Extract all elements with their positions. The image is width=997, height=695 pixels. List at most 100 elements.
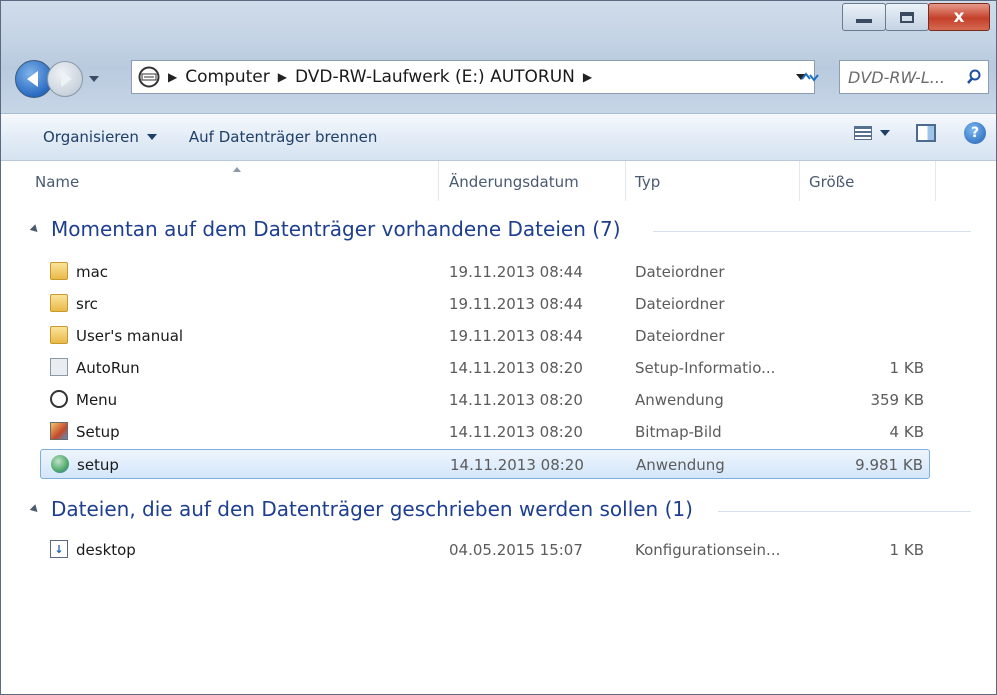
file-name: Setup <box>76 423 120 441</box>
collapse-triangle-icon[interactable] <box>29 503 41 515</box>
column-header-date[interactable]: Änderungsdatum <box>449 173 579 191</box>
file-row[interactable]: User's manual 19.11.2013 08:44 Dateiordn… <box>40 321 930 351</box>
organize-label: Organisieren <box>43 128 139 146</box>
breadcrumb-computer[interactable]: Computer <box>185 67 270 87</box>
file-type: Bitmap-Bild <box>635 423 722 441</box>
file-row[interactable]: ↓ desktop 04.05.2015 15:07 Konfiguration… <box>40 535 930 565</box>
file-type: Dateiordner <box>635 327 725 345</box>
group-divider <box>718 511 971 512</box>
file-row[interactable]: Setup 14.11.2013 08:20 Bitmap-Bild 4 KB <box>40 417 930 447</box>
minimize-button[interactable] <box>842 3 886 31</box>
group-divider <box>653 231 971 232</box>
file-type: Dateiordner <box>635 295 725 313</box>
collapse-triangle-icon[interactable] <box>29 223 41 235</box>
file-name: Menu <box>76 391 118 409</box>
file-row[interactable]: mac 19.11.2013 08:44 Dateiordner <box>40 257 930 287</box>
file-type: Setup-Informatio... <box>635 359 776 377</box>
view-options-icon[interactable] <box>854 126 872 140</box>
preview-pane-icon[interactable] <box>916 124 936 142</box>
file-date: 19.11.2013 08:44 <box>449 263 583 281</box>
refresh-button[interactable] <box>791 60 829 94</box>
file-date: 14.11.2013 08:20 <box>449 359 583 377</box>
file-name: setup <box>77 456 119 474</box>
maximize-button[interactable] <box>885 3 929 31</box>
file-name: User's manual <box>76 327 184 345</box>
file-name: mac <box>76 263 109 281</box>
group-header-current-files[interactable]: Momentan auf dem Datenträger vorhandene … <box>29 217 621 241</box>
forward-button[interactable] <box>47 61 83 97</box>
navigation-buttons <box>15 55 99 103</box>
group-header-pending-files[interactable]: Dateien, die auf den Datenträger geschri… <box>29 497 693 521</box>
group-label: Dateien, die auf den Datenträger geschri… <box>51 497 693 521</box>
column-headers: Name Änderungsdatum Typ Größe <box>13 161 996 201</box>
maximize-icon <box>900 11 914 23</box>
recent-locations-dropdown[interactable] <box>89 76 99 82</box>
column-divider[interactable] <box>625 161 626 201</box>
close-button[interactable]: x <box>928 3 990 31</box>
file-type: Konfigurationsein... <box>635 541 781 559</box>
file-row-selected[interactable]: setup 14.11.2013 08:20 Anwendung 9.981 K… <box>40 449 930 479</box>
file-size: 1 KB <box>889 541 924 559</box>
column-divider[interactable] <box>935 161 936 201</box>
back-arrow-icon <box>27 71 38 87</box>
explorer-window: x ▶ Computer ▶ DVD-RW-Laufwerk (E:) AUTO… <box>0 0 997 695</box>
dvd-drive-icon <box>138 66 160 88</box>
view-dropdown[interactable] <box>880 130 890 136</box>
setup-info-icon <box>50 358 68 376</box>
help-icon[interactable]: ? <box>964 122 986 144</box>
file-row[interactable]: AutoRun 14.11.2013 08:20 Setup-Informati… <box>40 353 930 383</box>
file-size: 4 KB <box>889 423 924 441</box>
search-box[interactable]: DVD-RW-L... <box>839 60 989 94</box>
file-date: 14.11.2013 08:20 <box>449 391 583 409</box>
group-label: Momentan auf dem Datenträger vorhandene … <box>51 217 621 241</box>
file-name: AutoRun <box>76 359 140 377</box>
file-row[interactable]: src 19.11.2013 08:44 Dateiordner <box>40 289 930 319</box>
chevron-down-icon <box>146 134 157 140</box>
window-chrome: x ▶ Computer ▶ DVD-RW-Laufwerk (E:) AUTO… <box>1 1 996 113</box>
column-divider[interactable] <box>438 161 439 201</box>
search-icon[interactable] <box>966 69 982 85</box>
breadcrumb-separator[interactable]: ▶ <box>168 70 177 84</box>
command-bar: Organisieren Auf Datenträger brennen ? <box>1 113 996 161</box>
file-type: Dateiordner <box>635 263 725 281</box>
column-divider[interactable] <box>799 161 800 201</box>
file-date: 04.05.2015 15:07 <box>449 541 583 559</box>
address-bar[interactable]: ▶ Computer ▶ DVD-RW-Laufwerk (E:) AUTORU… <box>131 60 815 94</box>
folder-icon <box>50 294 68 312</box>
sort-indicator-icon <box>233 167 241 172</box>
bitmap-icon <box>50 422 68 440</box>
breadcrumb-dvd-drive[interactable]: DVD-RW-Laufwerk (E:) AUTORUN <box>295 67 575 87</box>
column-header-name[interactable]: Name <box>35 173 79 191</box>
window-controls: x <box>842 3 990 33</box>
organize-menu-button[interactable]: Organisieren <box>43 128 157 146</box>
toolbar-right: ? <box>854 122 986 144</box>
minimize-icon <box>856 19 872 23</box>
file-type: Anwendung <box>636 456 725 474</box>
folder-icon <box>50 262 68 280</box>
file-size: 1 KB <box>889 359 924 377</box>
breadcrumb-separator[interactable]: ▶ <box>583 70 592 84</box>
file-date: 14.11.2013 08:20 <box>449 423 583 441</box>
burn-label: Auf Datenträger brennen <box>188 128 378 146</box>
dvd-app-icon <box>50 390 68 408</box>
burn-to-disc-button[interactable]: Auf Datenträger brennen <box>189 128 377 146</box>
file-date: 14.11.2013 08:20 <box>450 456 584 474</box>
file-size: 9.981 KB <box>855 456 923 474</box>
file-name: desktop <box>76 541 136 559</box>
file-row[interactable]: Menu 14.11.2013 08:20 Anwendung 359 KB <box>40 385 930 415</box>
file-size: 359 KB <box>870 391 924 409</box>
forward-arrow-icon <box>61 71 72 87</box>
search-input[interactable]: DVD-RW-L... <box>848 68 966 87</box>
file-name: src <box>76 295 98 313</box>
config-file-icon: ↓ <box>50 540 68 558</box>
installer-icon <box>51 455 69 473</box>
file-list: Name Änderungsdatum Typ Größe Momentan a… <box>13 161 996 694</box>
column-header-size[interactable]: Größe <box>809 173 854 191</box>
folder-icon <box>50 326 68 344</box>
breadcrumb-separator[interactable]: ▶ <box>278 70 287 84</box>
file-type: Anwendung <box>635 391 724 409</box>
close-icon: x <box>953 7 965 27</box>
refresh-icon <box>801 72 819 82</box>
file-date: 19.11.2013 08:44 <box>449 295 583 313</box>
column-header-type[interactable]: Typ <box>635 173 660 191</box>
